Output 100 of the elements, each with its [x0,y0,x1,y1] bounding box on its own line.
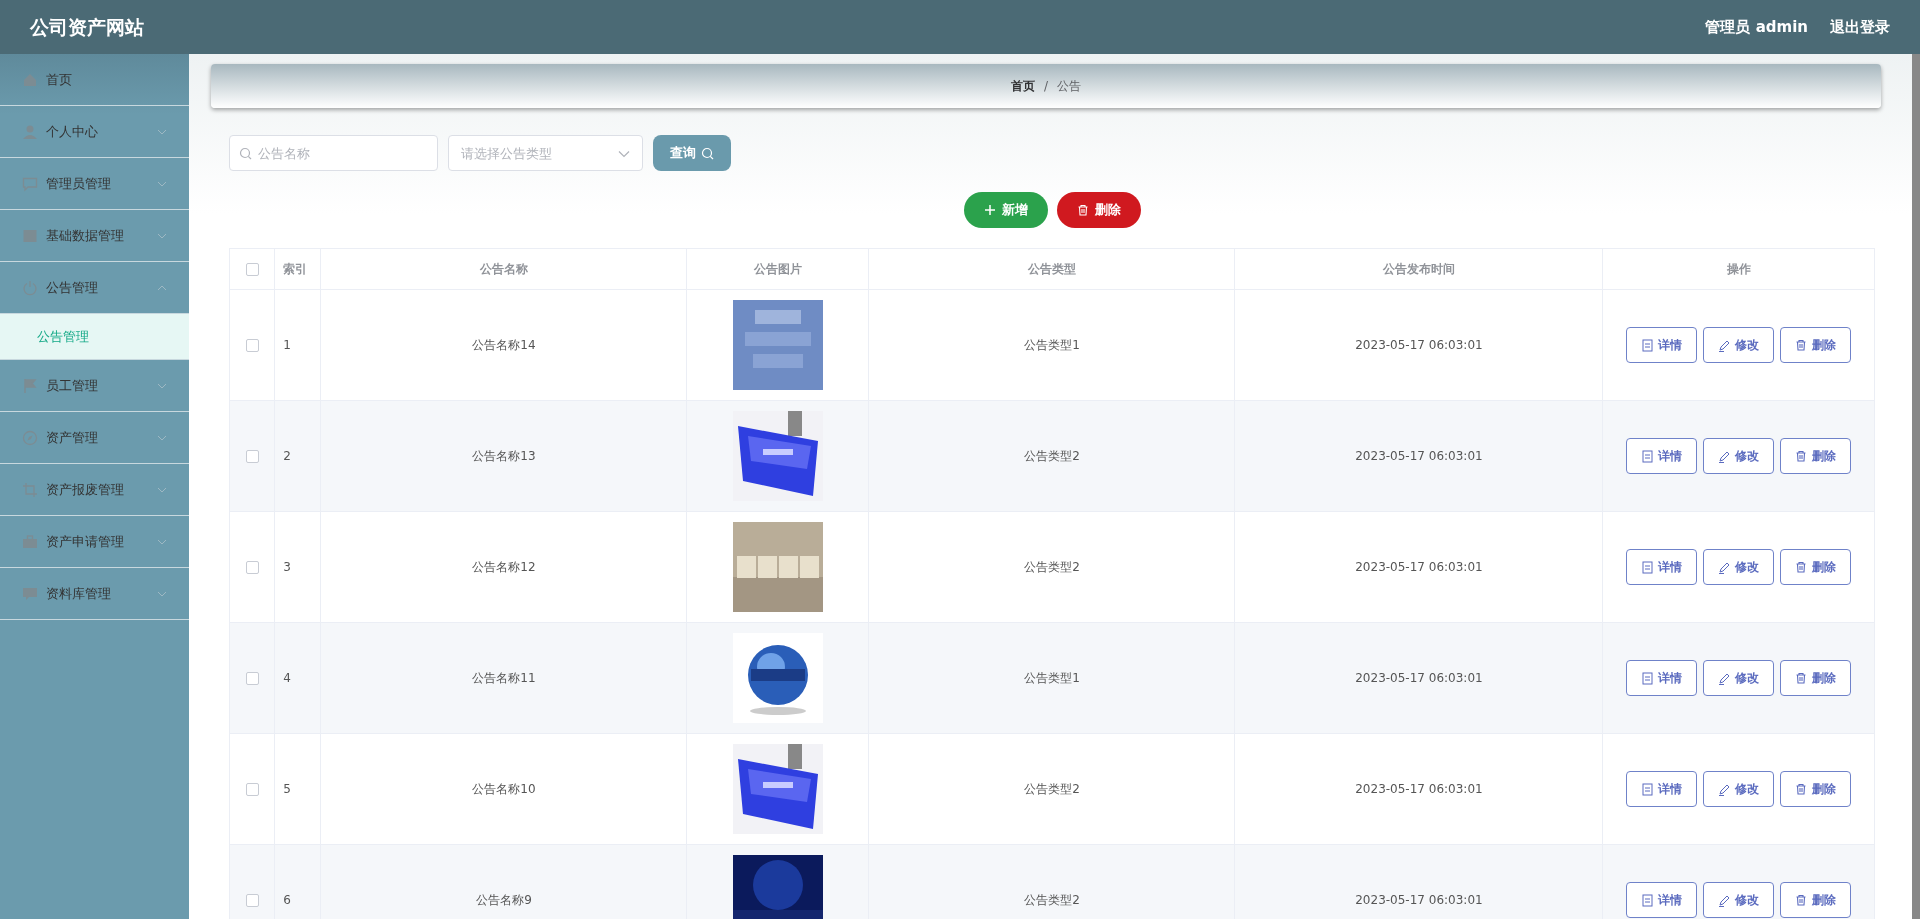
trash-icon [1795,671,1808,685]
site-title: 公司资产网站 [30,14,144,40]
edit-button[interactable]: 修改 [1703,660,1775,696]
trash-icon [1795,782,1808,796]
edit-button[interactable]: 修改 [1703,549,1775,585]
trash-icon [1795,560,1808,574]
search-icon [701,146,714,160]
table-cell: 4 [283,671,291,685]
checkbox[interactable] [245,263,259,276]
trash-icon [1076,204,1089,216]
details-button[interactable]: 详情 [1626,327,1698,363]
flag-icon [22,377,38,394]
details-button[interactable]: 详情 [1626,438,1698,474]
table-cell: 2023-05-17 06:03:01 [1355,893,1483,907]
book-icon [22,227,38,244]
pencil-icon [1718,560,1731,574]
delete-button[interactable]: 删除 [1780,882,1852,918]
column-header: 公告类型 [1027,262,1076,276]
pencil-icon [1718,893,1731,907]
checkbox[interactable] [245,561,259,574]
search-icon [239,147,252,160]
type-select[interactable]: 请选择公告类型 [448,135,643,171]
edit-button[interactable]: 修改 [1703,771,1775,807]
breadcrumb-separator: / [1043,78,1048,95]
user-icon [22,123,38,140]
message-icon [22,585,38,602]
document-icon [1641,893,1654,907]
add-button[interactable]: 新增 [963,192,1048,228]
details-button[interactable]: 详情 [1626,882,1698,918]
table-cell: 6 [283,893,291,907]
chevron-down-icon [618,150,630,158]
document-icon [1641,782,1654,796]
pencil-icon [1718,449,1731,463]
details-button[interactable]: 详情 [1626,771,1698,807]
column-header: 公告名称 [480,262,528,276]
checkbox[interactable] [245,672,259,685]
column-header: 索引 [283,262,308,276]
table-cell: 公告类型2 [1024,449,1080,463]
table-cell: 2023-05-17 06:03:01 [1355,782,1483,796]
table-cell: 2023-05-17 06:03:01 [1355,449,1483,463]
table-cell: 公告名称10 [472,782,536,796]
scrollbar[interactable] [1912,54,1920,919]
table-cell: 1 [283,338,291,352]
crop-icon [22,481,38,498]
table-cell: 2023-05-17 06:03:01 [1355,338,1483,352]
user-link[interactable]: 管理员 admin [1705,15,1808,39]
delete-button[interactable]: 删除 [1780,771,1852,807]
checkbox[interactable] [245,450,259,463]
details-button[interactable]: 详情 [1626,660,1698,696]
table-cell: 公告类型1 [1024,338,1080,352]
checkbox[interactable] [245,339,259,352]
table-cell: 2023-05-17 06:03:01 [1355,671,1483,685]
delete-button[interactable]: 删除 [1780,327,1852,363]
breadcrumb-item[interactable]: 首页 [1010,77,1035,95]
document-icon [1641,671,1654,685]
breadcrumb-item: 公告 [1057,78,1081,95]
document-icon [1641,560,1654,574]
table-cell: 公告名称11 [472,671,536,685]
trash-icon [1795,893,1808,907]
search-field[interactable]: 公告名称 [229,135,438,171]
edit-button[interactable]: 修改 [1703,438,1775,474]
home-icon [22,71,38,88]
delete-button[interactable]: 删除 [1780,549,1852,585]
table-cell: 3 [283,560,291,574]
pencil-icon [1718,671,1731,685]
edit-button[interactable]: 修改 [1703,882,1775,918]
delete-button[interactable]: 删除 [1056,192,1141,228]
plus-icon [983,204,996,216]
document-icon [1641,449,1654,463]
column-header: 操作 [1726,262,1751,276]
trash-icon [1795,449,1808,463]
chat-icon [22,175,38,192]
pencil-icon [1718,782,1731,796]
document-icon [1641,338,1654,352]
details-button[interactable]: 详情 [1626,549,1698,585]
table-cell: 公告类型2 [1024,560,1080,574]
query-button[interactable]: 查询 [653,135,731,171]
edit-button[interactable]: 修改 [1703,327,1775,363]
compass-icon [22,429,38,446]
sidebar-subitem[interactable]: 公告管理 [0,314,189,360]
table-cell: 公告名称14 [472,338,536,352]
table-cell: 公告名称9 [476,893,532,907]
delete-button[interactable]: 删除 [1780,660,1852,696]
table-cell: 公告名称13 [472,449,536,463]
table-cell: 公告名称12 [472,560,536,574]
column-header: 公告发布时间 [1382,262,1455,276]
table-cell: 2 [283,449,291,463]
delete-button[interactable]: 删除 [1780,438,1852,474]
checkbox[interactable] [245,783,259,796]
logout-link[interactable]: 退出登录 [1830,15,1890,39]
table-cell: 公告类型2 [1024,782,1080,796]
briefcase-icon [22,533,38,550]
table-cell: 公告类型1 [1024,671,1080,685]
power-icon [22,279,38,296]
pencil-icon [1718,338,1731,352]
checkbox[interactable] [245,894,259,907]
trash-icon [1795,338,1808,352]
table-cell: 5 [283,782,291,796]
column-header: 公告图片 [753,262,802,276]
table-cell: 2023-05-17 06:03:01 [1355,560,1483,574]
